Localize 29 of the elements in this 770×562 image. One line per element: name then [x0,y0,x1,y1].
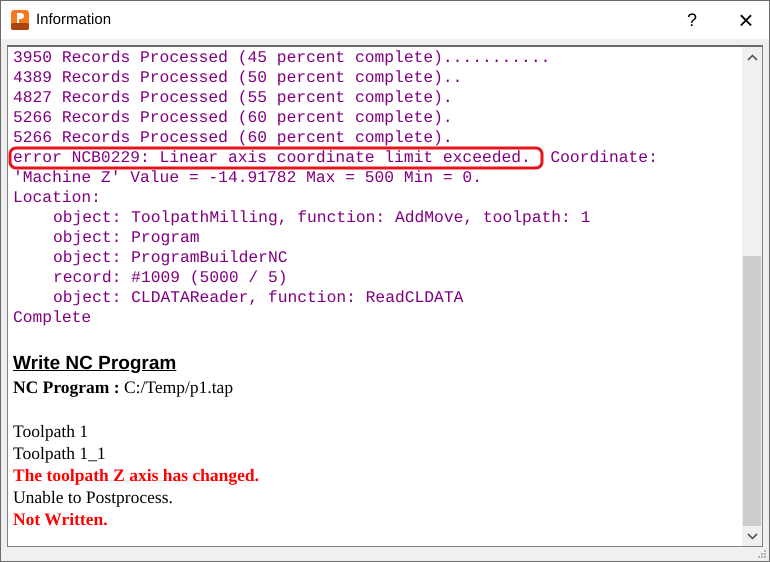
log-line: object: Program [52,228,201,248]
error-message: The toolpath Z axis has changed. [13,464,260,486]
scroll-up-icon[interactable] [746,54,758,60]
report-line: Unable to Postprocess. [13,486,174,508]
help-button[interactable]: ? [669,1,715,39]
app-logo-icon [11,10,29,30]
error-message: Not Written. [13,508,109,530]
log-line: 4827 Records Processed (55 percent complete). [13,88,454,108]
log-line: record: #1009 (5000 / 5) [52,268,288,288]
log-line: object: CLDATAReader, function: ReadCLDATA [52,288,464,308]
report-line: NC Program : C:/Temp/p1.tap [13,376,234,398]
close-button[interactable]: × [723,1,769,39]
report-line: Toolpath 1 [13,420,90,442]
log-line: 4389 Records Processed (50 percent complete).. [13,68,464,88]
log-line: Location: [13,188,102,208]
log-line: Complete [13,308,92,328]
log-line: object: ToolpathMilling, function: AddMove, toolpath: 1 [52,208,592,228]
scroll-down-icon[interactable] [746,532,758,540]
log-line: 5266 Records Processed (60 percent complete). [13,128,454,148]
report-line: Toolpath 1_1 [13,442,107,464]
log-line: 3950 Records Processed (45 percent complete)........... [13,48,552,68]
scrollbar-thumb[interactable] [743,256,761,526]
log-line: 'Machine Z' Value = -14.91782 Max = 500 Min = 0. [13,168,483,188]
window-title: Information [36,10,112,30]
log-line: 5266 Records Processed (60 percent complete). [13,108,454,128]
resize-grip-icon[interactable] [758,550,767,559]
log-line: error NCB0229: Linear axis coordinate limit exceeded. Coordinate: [13,148,659,168]
log-line: object: ProgramBuilderNC [52,248,288,268]
section-heading: Write NC Program [13,352,178,376]
